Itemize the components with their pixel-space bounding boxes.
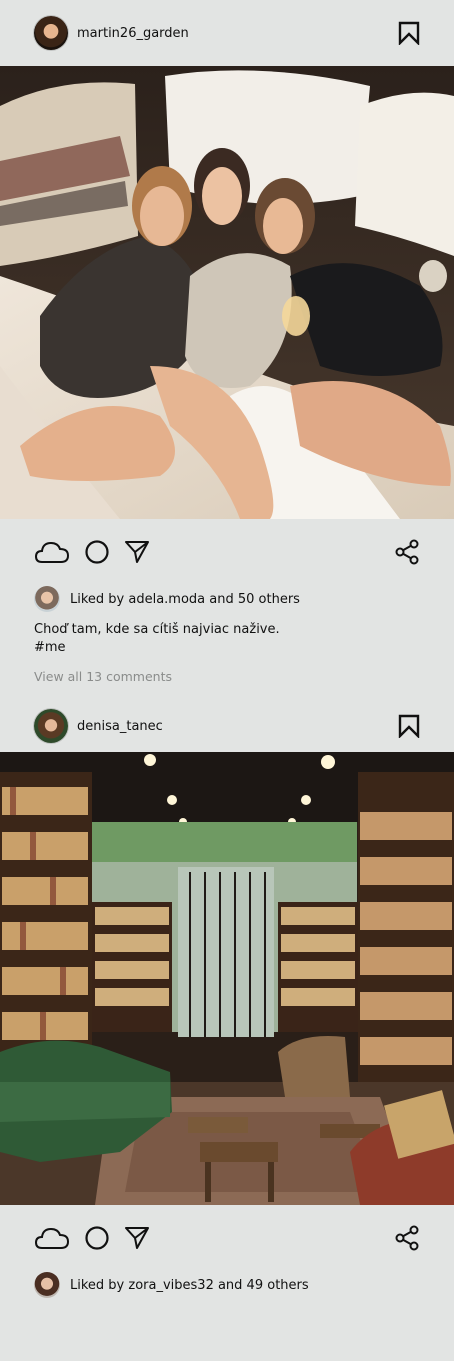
- post-header: martin26_garden: [0, 0, 454, 66]
- send-arrow-icon[interactable]: [124, 539, 150, 565]
- post-1: martin26_garden Liked by adela.moda and …: [0, 0, 454, 684]
- caption-text: Choď tam, kde sa cítiš najviac nažive.: [34, 622, 280, 637]
- liker-avatar[interactable]: [34, 1272, 60, 1298]
- view-comments-link[interactable]: View all 13 comments: [0, 657, 454, 684]
- share-icon[interactable]: [394, 539, 420, 565]
- liker-avatar[interactable]: [34, 586, 60, 612]
- share-icon[interactable]: [394, 1225, 420, 1251]
- username[interactable]: martin26_garden: [77, 26, 398, 41]
- circle-comment-icon[interactable]: [84, 539, 110, 565]
- cloud-like-icon[interactable]: [34, 539, 70, 565]
- bookmark-icon[interactable]: [398, 714, 420, 738]
- bookmark-icon[interactable]: [398, 21, 420, 45]
- post-photo[interactable]: [0, 66, 454, 519]
- caption: Choď tam, kde sa cítiš najviac nažive. #…: [0, 613, 454, 657]
- likes-text[interactable]: Liked by adela.moda and 50 others: [70, 592, 300, 607]
- likes-row: Liked by adela.moda and 50 others: [0, 585, 454, 613]
- avatar[interactable]: [34, 709, 68, 743]
- cloud-like-icon[interactable]: [34, 1225, 70, 1251]
- post-photo[interactable]: [0, 752, 454, 1205]
- avatar[interactable]: [34, 16, 68, 50]
- likes-row: Liked by zora_vibes32 and 49 others: [0, 1271, 454, 1299]
- post-actions: [0, 519, 454, 585]
- circle-comment-icon[interactable]: [84, 1225, 110, 1251]
- caption-hashtag[interactable]: #me: [34, 639, 420, 657]
- send-arrow-icon[interactable]: [124, 1225, 150, 1251]
- likes-text[interactable]: Liked by zora_vibes32 and 49 others: [70, 1278, 309, 1293]
- post-2: denisa_tanec Liked by zora_vibes32 and 4…: [0, 700, 454, 1299]
- post-actions: [0, 1205, 454, 1271]
- post-header: denisa_tanec: [0, 700, 454, 752]
- username[interactable]: denisa_tanec: [77, 719, 398, 734]
